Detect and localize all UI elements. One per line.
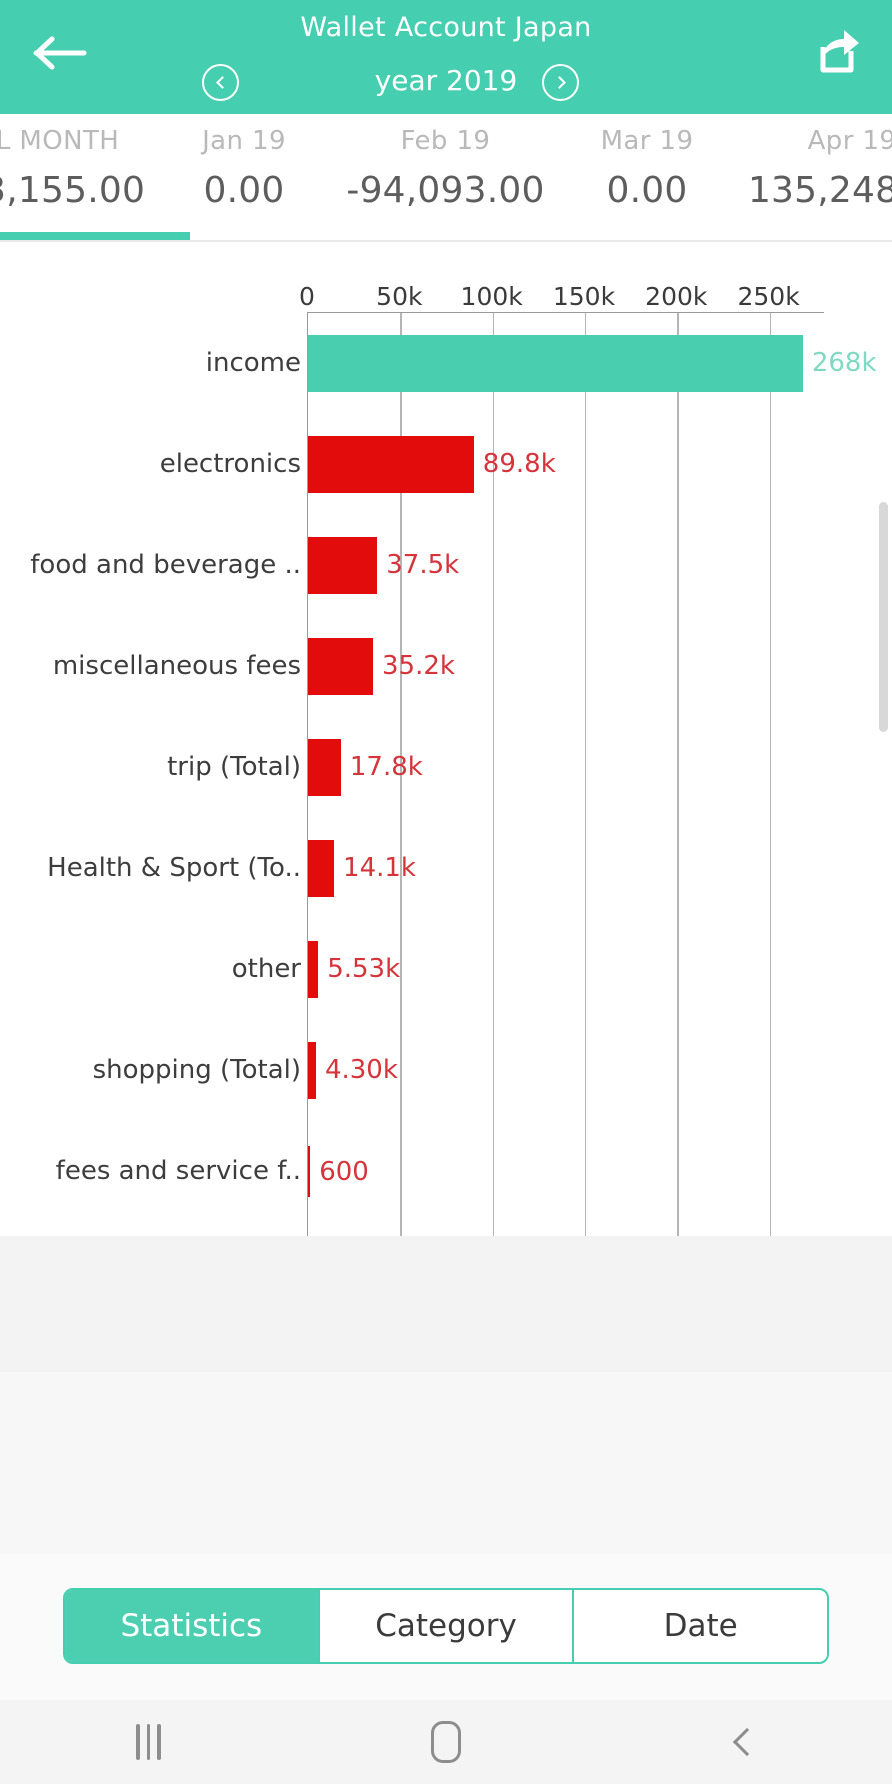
bar[interactable] (308, 638, 373, 695)
chart-scrollbar-thumb[interactable] (879, 502, 888, 732)
home-button[interactable] (297, 1700, 594, 1784)
category-label: other (231, 953, 301, 984)
bottom-tab-category[interactable]: Category (320, 1590, 575, 1662)
spacer-area-lower (0, 1372, 892, 1554)
x-tick-label: 100k (460, 282, 523, 311)
bar[interactable] (308, 941, 319, 998)
bar-value-label: 268k (811, 348, 877, 379)
x-axis-top: 0 50k 100k 150k 200k 250k (0, 282, 892, 316)
bar[interactable] (308, 840, 335, 897)
month-tab-amount: 135,248.00 (747, 170, 892, 211)
back-nav-button[interactable] (595, 1700, 892, 1784)
month-tab-strip[interactable]: ALL MONTH 163,155.00 Jan 19 0.00 Feb 19 -94,0… (0, 114, 892, 246)
next-period-button[interactable] (542, 64, 579, 101)
bar-value-label: 5.53k (327, 954, 401, 985)
period-selector: year 2019 (0, 56, 892, 106)
month-tab[interactable]: Feb 19 -94,093.00 (324, 114, 567, 246)
period-label: year 2019 (374, 64, 518, 97)
account-title: Wallet Account Japan (300, 12, 592, 43)
bar[interactable] (308, 537, 378, 594)
recents-button[interactable] (0, 1700, 297, 1784)
category-label: Health & Sport (To.. (47, 852, 301, 883)
bar-value-label: 89.8k (482, 449, 556, 480)
month-tab-amount: 0.00 (203, 170, 285, 211)
android-navigation-bar (0, 1700, 892, 1784)
spacer-area (0, 1236, 892, 1372)
bar-rows: 268k 89.8k 37.5k 35.2k 17.8k 14.1k 5.53k 4.30k 6… (308, 313, 877, 1321)
category-label: fees and service f.. (55, 1155, 301, 1186)
statistics-chart-panel: 0 50k 100k 150k 200k 250k 268k 89.8k 37.5k 35.2k… (0, 246, 892, 1357)
category-label: miscellaneous fees (52, 650, 301, 681)
bottom-tab-statistics[interactable]: Statistics (65, 1590, 320, 1662)
bar-row[interactable]: 35.2k (308, 638, 824, 695)
month-tab-amount: 163,155.00 (0, 170, 146, 211)
bar-row[interactable]: 14.1k (308, 840, 824, 897)
month-tab-amount: -94,093.00 (346, 170, 545, 211)
bar-row[interactable]: 37.5k (308, 537, 824, 594)
category-label: food and beverage .. (30, 549, 301, 580)
month-tab-label: Apr 19 (807, 126, 892, 156)
bar-row[interactable]: 17.8k (308, 739, 824, 796)
category-label: trip (Total) (167, 751, 301, 782)
app-header: Wallet Account Japan year 2019 (0, 0, 892, 114)
bar-value-label: 14.1k (343, 853, 416, 884)
category-label: income (205, 347, 301, 378)
x-tick-label: 250k (737, 282, 800, 311)
month-tab[interactable]: Apr 19 135,248.00 (727, 114, 892, 246)
strip-divider (0, 240, 892, 242)
category-label: electronics (159, 448, 301, 479)
bar[interactable] (308, 1042, 316, 1099)
month-tab-amount: 0.00 (606, 170, 688, 211)
bar-value-label: 4.30k (324, 1055, 398, 1086)
bar-value-label: 35.2k (381, 651, 455, 682)
back-icon (733, 1727, 762, 1757)
bar-row[interactable]: 5.53k (308, 941, 824, 998)
chevron-right-icon (552, 76, 566, 89)
app-screen: Wallet Account Japan year 2019 ALL MONTH… (0, 0, 892, 1784)
month-tab-label: ALL MONTH (0, 126, 120, 156)
month-tab[interactable]: Mar 19 0.00 (567, 114, 727, 246)
bottom-tab-bar[interactable]: Statistics Category Date (63, 1588, 829, 1664)
home-icon (430, 1721, 461, 1763)
recents-icon (136, 1724, 161, 1760)
x-tick-label: 200k (645, 282, 708, 311)
bar-row[interactable]: 600 (308, 1146, 824, 1197)
bar[interactable] (308, 739, 341, 796)
bar-row[interactable]: 268k (308, 335, 877, 392)
month-tab-label: Mar 19 (600, 126, 694, 156)
month-tab[interactable]: Jan 19 0.00 (164, 114, 324, 246)
month-tab-label: Feb 19 (400, 126, 491, 156)
bar[interactable] (308, 335, 803, 392)
x-tick-label: 0 (299, 282, 315, 311)
bar-row[interactable]: 4.30k (308, 1042, 824, 1099)
bottom-tab-date[interactable]: Date (574, 1590, 827, 1662)
bar-row[interactable]: 89.8k (308, 436, 824, 493)
bar-value-label: 600 (319, 1156, 369, 1187)
category-label: shopping (Total) (92, 1054, 301, 1085)
bar-value-label: 37.5k (386, 550, 460, 581)
x-tick-label: 150k (552, 282, 616, 311)
bar-value-label: 17.8k (349, 752, 423, 783)
month-tab[interactable]: ALL MONTH 163,155.00 (0, 114, 164, 246)
chart-plot-area: 268k 89.8k 37.5k 35.2k 17.8k 14.1k 5.53k 4.30k 6… (307, 312, 877, 1322)
month-tab-label: Jan 19 (202, 126, 286, 156)
bar[interactable] (308, 436, 474, 493)
selected-tab-indicator (0, 232, 190, 240)
x-tick-label: 50k (376, 282, 423, 311)
